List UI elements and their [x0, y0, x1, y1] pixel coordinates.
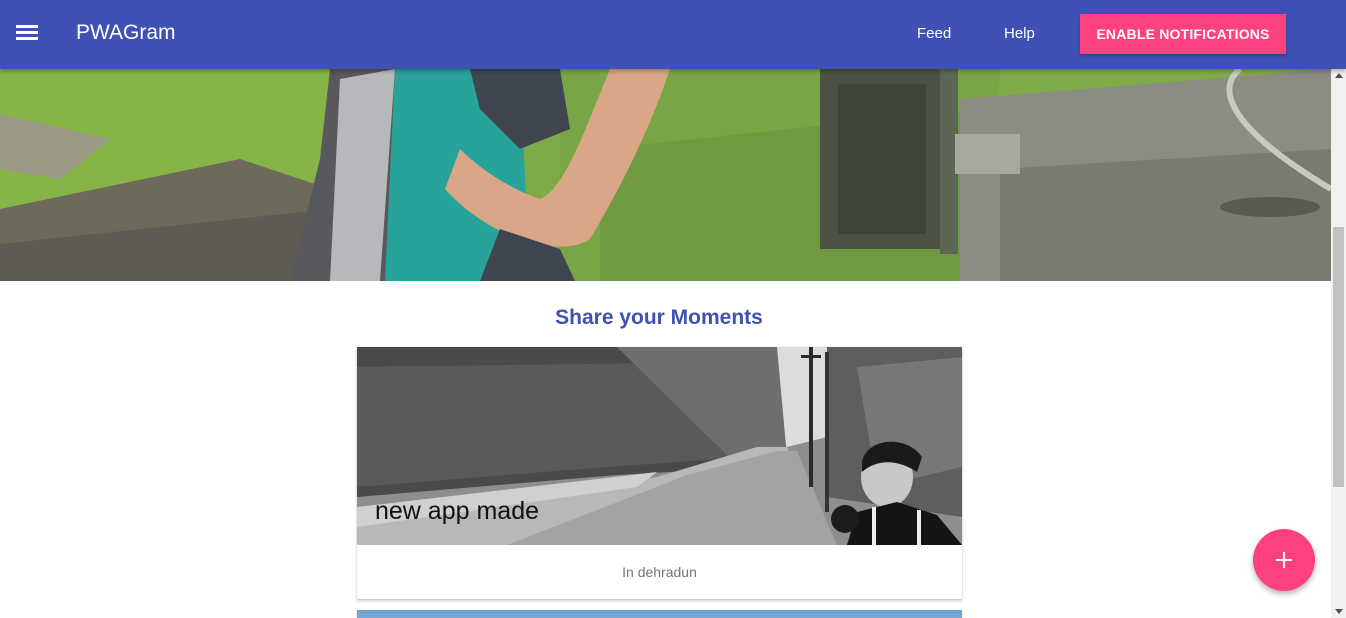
hamburger-menu-icon[interactable] [16, 24, 38, 42]
scroll-up-arrow-icon[interactable] [1335, 73, 1343, 78]
scroll-down-arrow-icon[interactable] [1335, 609, 1343, 614]
post-title: new app made [375, 497, 540, 525]
post-card-partial [357, 610, 962, 618]
enable-notifications-button[interactable]: ENABLE NOTIFICATIONS [1080, 14, 1286, 54]
app-page: PWAGram Feed Help ENABLE NOTIFICATIONS S… [0, 0, 1346, 618]
post-location: In dehradun [622, 564, 697, 580]
app-title: PWAGram [76, 21, 176, 44]
post-image: new app made [357, 347, 962, 545]
nav-link-help[interactable]: Help [1004, 24, 1035, 44]
post-card: new app made In dehradun [357, 347, 962, 599]
hero-photo [0, 69, 1331, 281]
page-scrollbar[interactable] [1331, 69, 1346, 618]
section-title: Share your Moments [555, 306, 763, 329]
scroll-thumb[interactable] [1333, 227, 1344, 487]
nav-link-feed[interactable]: Feed [917, 24, 951, 44]
app-header: PWAGram Feed Help ENABLE NOTIFICATIONS [0, 0, 1346, 69]
add-post-button[interactable] [1253, 529, 1315, 591]
hero-image [0, 69, 1331, 281]
